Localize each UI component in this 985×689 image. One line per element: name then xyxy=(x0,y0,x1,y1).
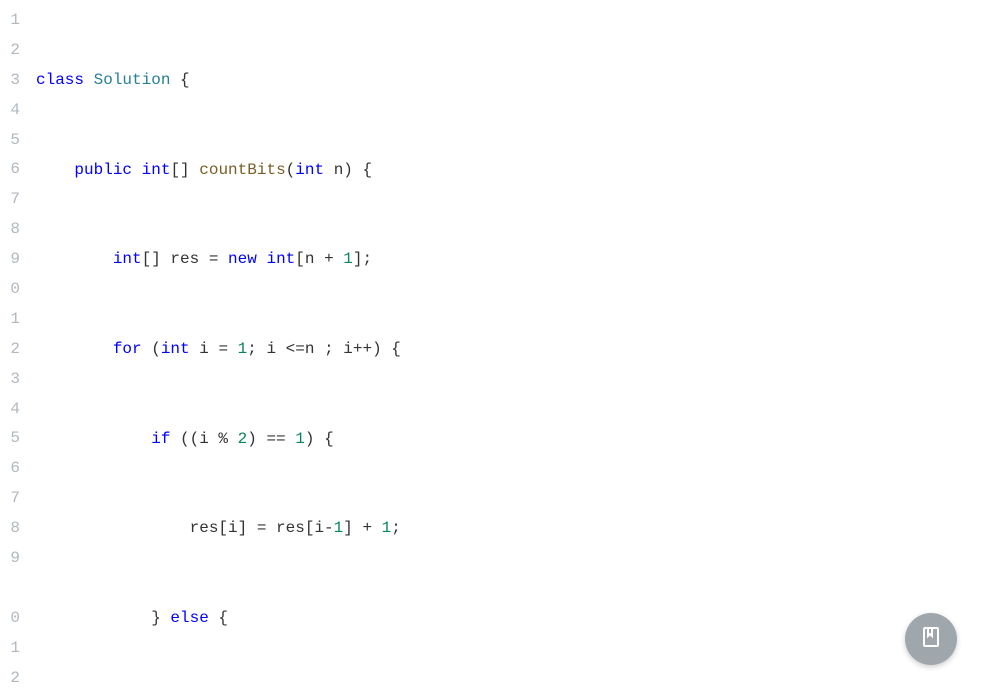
line-num: 3 xyxy=(0,66,20,96)
line-num: 9 xyxy=(0,544,20,574)
line-num: 6 xyxy=(0,454,20,484)
line-num: 0 xyxy=(0,275,20,305)
line-num xyxy=(0,574,20,604)
bookmark-fab[interactable] xyxy=(905,613,957,665)
code-line: for (int i = 1; i <=n ; i++) { xyxy=(36,335,985,365)
line-num: 8 xyxy=(0,215,20,245)
code-line: } else { xyxy=(36,604,985,634)
line-num: 5 xyxy=(0,126,20,156)
bookmark-icon xyxy=(919,625,943,654)
line-num: 9 xyxy=(0,245,20,275)
line-num: 1 xyxy=(0,634,20,664)
line-num: 7 xyxy=(0,484,20,514)
line-num: 2 xyxy=(0,664,20,689)
line-num: 3 xyxy=(0,365,20,395)
code-line: res[i] = res[i-1] + 1; xyxy=(36,514,985,544)
line-num: 2 xyxy=(0,36,20,66)
line-num: 6 xyxy=(0,155,20,185)
line-num: 0 xyxy=(0,604,20,634)
line-num: 5 xyxy=(0,424,20,454)
code-line: int[] res = new int[n + 1]; xyxy=(36,245,985,275)
line-num: 4 xyxy=(0,395,20,425)
line-num: 1 xyxy=(0,6,20,36)
line-num: 2 xyxy=(0,335,20,365)
code-area[interactable]: class Solution { public int[] countBits(… xyxy=(24,0,985,689)
line-num: 8 xyxy=(0,514,20,544)
line-gutter: 1 2 3 4 5 6 7 8 9 0 1 2 3 4 5 6 7 8 9 0 … xyxy=(0,0,24,689)
line-num: 1 xyxy=(0,305,20,335)
line-num: 4 xyxy=(0,96,20,126)
line-num: 7 xyxy=(0,185,20,215)
code-line: if ((i % 2) == 1) { xyxy=(36,425,985,455)
code-line: public int[] countBits(int n) { xyxy=(36,156,985,186)
code-editor[interactable]: 1 2 3 4 5 6 7 8 9 0 1 2 3 4 5 6 7 8 9 0 … xyxy=(0,0,985,689)
code-line: class Solution { xyxy=(36,66,985,96)
